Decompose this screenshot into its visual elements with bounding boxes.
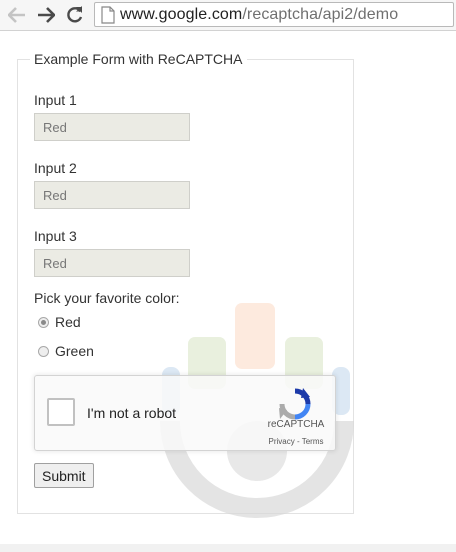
input-3-field[interactable] [34, 249, 190, 277]
arrow-right-icon [38, 7, 55, 23]
reload-button[interactable] [65, 5, 85, 25]
recaptcha-checkbox-label: I'm not a robot [87, 405, 177, 421]
recaptcha-widget: I'm not a robot reCAPTCHA Privacy - Term… [34, 375, 336, 451]
input-2-field[interactable] [34, 181, 190, 209]
privacy-link[interactable]: Privacy [269, 437, 295, 446]
url-text: www.google.com/recaptcha/api2/demo [120, 6, 398, 24]
recaptcha-logo-icon [279, 388, 311, 420]
browser-toolbar: www.google.com/recaptcha/api2/demo [0, 0, 456, 31]
url-domain: www.google.com [120, 5, 243, 23]
page-icon [101, 5, 115, 24]
radio-red-button[interactable] [38, 316, 49, 328]
terms-link[interactable]: Terms [302, 437, 324, 446]
radio-option-red[interactable]: Red [38, 314, 81, 330]
back-button[interactable] [7, 5, 27, 25]
input-2-label: Input 2 [34, 160, 77, 176]
recaptcha-links: Privacy - Terms [261, 437, 331, 446]
links-separator: - [294, 437, 302, 446]
input-1-label: Input 1 [34, 92, 77, 108]
radio-red-label: Red [55, 314, 81, 330]
page-viewport: Example Form with ReCAPTCHA Input 1 Inpu… [0, 31, 456, 544]
arrow-left-icon [8, 7, 25, 23]
recaptcha-brand: reCAPTCHA [267, 419, 325, 430]
input-3-label: Input 3 [34, 228, 77, 244]
submit-button[interactable]: Submit [34, 463, 94, 488]
bottom-strip [0, 544, 456, 552]
recaptcha-checkbox[interactable] [47, 398, 75, 426]
radio-green-label: Green [55, 343, 94, 359]
radio-green-button[interactable] [38, 345, 49, 357]
url-path: /recaptcha/api2/demo [242, 5, 399, 23]
radio-option-green[interactable]: Green [38, 343, 94, 359]
address-bar[interactable]: www.google.com/recaptcha/api2/demo [94, 2, 454, 27]
forward-button[interactable] [36, 5, 56, 25]
input-1-field[interactable] [34, 113, 190, 141]
form-legend: Example Form with ReCAPTCHA [34, 51, 243, 67]
color-question-label: Pick your favorite color: [34, 290, 180, 306]
reload-icon [67, 6, 83, 23]
